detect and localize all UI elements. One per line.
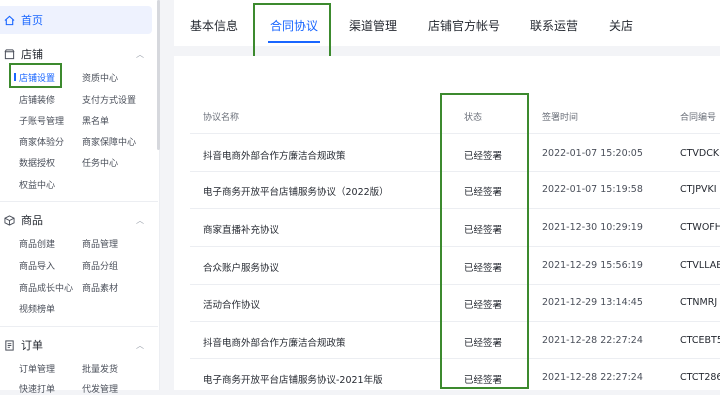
tab-basic-info[interactable]: 基本信息 — [190, 17, 238, 34]
table-cell-date: 2021-12-29 13:14:45 — [542, 297, 643, 308]
box-icon — [4, 214, 15, 226]
sidebar-item-goods-manage[interactable]: 商品管理 — [82, 237, 118, 250]
table-cell-code: CTJPVKI — [680, 184, 717, 195]
chevron-up-icon[interactable]: ︿ — [136, 215, 144, 226]
table-cell-date: 2022-01-07 15:19:58 — [542, 184, 643, 195]
sidebar-section-goods[interactable]: 商品 ︿ — [4, 211, 154, 229]
table-cell-date: 2021-12-28 22:27:24 — [542, 372, 643, 383]
sidebar-item-guarantee[interactable]: 商家保障中心 — [82, 135, 136, 148]
tab-contact-ops[interactable]: 联系运营 — [530, 17, 578, 34]
sidebar-item-quick-print[interactable]: 快速打单 — [19, 382, 55, 395]
sidebar-item-goods-group[interactable]: 商品分组 — [82, 259, 118, 272]
store-icon — [4, 48, 15, 59]
table-cell-date: 2021-12-29 15:56:19 — [542, 260, 643, 271]
sidebar-item-payment[interactable]: 支付方式设置 — [82, 93, 136, 106]
order-icon — [5, 339, 14, 351]
sidebar: 首页 店铺 ︿ 店铺设置 资质中心 店铺装修 支付方式设置 子账号管理 黑名单 … — [0, 0, 160, 395]
sidebar-item-subaccount[interactable]: 子账号管理 — [19, 114, 64, 127]
sidebar-item-data-auth[interactable]: 数据授权 — [19, 156, 55, 169]
tab-close-store[interactable]: 关店 — [609, 17, 633, 34]
sidebar-section-label: 订单 — [21, 339, 43, 352]
sidebar-item-experience[interactable]: 商家体验分 — [19, 135, 64, 148]
table-cell-code: CTVDCK( — [680, 148, 720, 159]
sidebar-item-home[interactable]: 首页 — [0, 6, 152, 34]
sidebar-section-label: 商品 — [21, 214, 43, 227]
chevron-up-icon[interactable]: ︿ — [136, 49, 144, 60]
home-icon — [4, 15, 15, 25]
divider — [0, 201, 158, 202]
table-cell-name[interactable]: 抖音电商外部合作方廉洁合规政策 — [203, 148, 346, 162]
sidebar-item-goods-import[interactable]: 商品导入 — [19, 259, 55, 272]
sidebar-item-qualification[interactable]: 资质中心 — [82, 71, 118, 84]
sidebar-section-label: 店铺 — [21, 48, 43, 61]
sidebar-item-goods-material[interactable]: 商品素材 — [82, 281, 118, 294]
column-header-date: 签署时间 — [542, 113, 579, 123]
table-cell-date: 2021-12-30 10:29:19 — [542, 222, 643, 233]
table-cell-code: CTCT286 — [680, 372, 720, 383]
sidebar-item-tasks[interactable]: 任务中心 — [82, 156, 118, 169]
sidebar-scrollbar[interactable] — [157, 0, 160, 150]
sidebar-item-blacklist[interactable]: 黑名单 — [82, 114, 109, 127]
sidebar-item-batch-ship[interactable]: 批量发货 — [82, 362, 118, 375]
table-cell-name[interactable]: 抖音电商外部合作方廉洁合规政策 — [203, 335, 346, 349]
table-cell-name[interactable]: 电子商务开放平台店铺服务协议（2022版） — [203, 184, 389, 198]
table-cell-code: CTNMRJ — [680, 297, 718, 308]
table-cell-date: 2021-12-28 22:27:24 — [542, 335, 643, 346]
sidebar-home-label: 首页 — [21, 14, 43, 27]
tab-channel[interactable]: 渠道管理 — [349, 17, 397, 34]
highlight-box-status-column — [440, 93, 529, 389]
divider — [0, 326, 158, 327]
column-header-code: 合同编号 — [680, 113, 717, 123]
sidebar-section-orders[interactable]: 订单 ︿ — [4, 336, 154, 354]
column-header-name: 协议名称 — [203, 113, 240, 123]
table-cell-name[interactable]: 活动合作协议 — [203, 297, 260, 311]
sidebar-item-goods-create[interactable]: 商品创建 — [19, 237, 55, 250]
highlight-box-store-settings — [9, 63, 62, 88]
table-cell-name[interactable]: 合众账户服务协议 — [203, 260, 279, 274]
sidebar-item-video-rank[interactable]: 视频榜单 — [19, 302, 55, 315]
table-cell-date: 2022-01-07 15:20:05 — [542, 148, 643, 159]
sidebar-item-rights[interactable]: 权益中心 — [19, 178, 55, 191]
sidebar-section-store[interactable]: 店铺 ︿ — [4, 45, 154, 63]
table-cell-code: CTCEBT5 — [680, 335, 720, 346]
sidebar-item-order-manage[interactable]: 订单管理 — [19, 362, 55, 375]
tab-official-account[interactable]: 店铺官方帐号 — [428, 17, 500, 34]
table-cell-code: CTWOFH — [680, 222, 720, 233]
chevron-up-icon[interactable]: ︿ — [136, 340, 144, 351]
sidebar-item-dropship[interactable]: 代发管理 — [82, 382, 118, 395]
sidebar-item-goods-growth[interactable]: 商品成长中心 — [19, 281, 73, 294]
table-cell-name[interactable]: 电子商务开放平台店铺服务协议-2021年版 — [203, 372, 383, 386]
table-cell-name[interactable]: 商家直播补充协议 — [203, 222, 279, 236]
sidebar-item-decoration[interactable]: 店铺装修 — [19, 93, 55, 106]
table-cell-code: CTVLLAB — [680, 260, 720, 271]
